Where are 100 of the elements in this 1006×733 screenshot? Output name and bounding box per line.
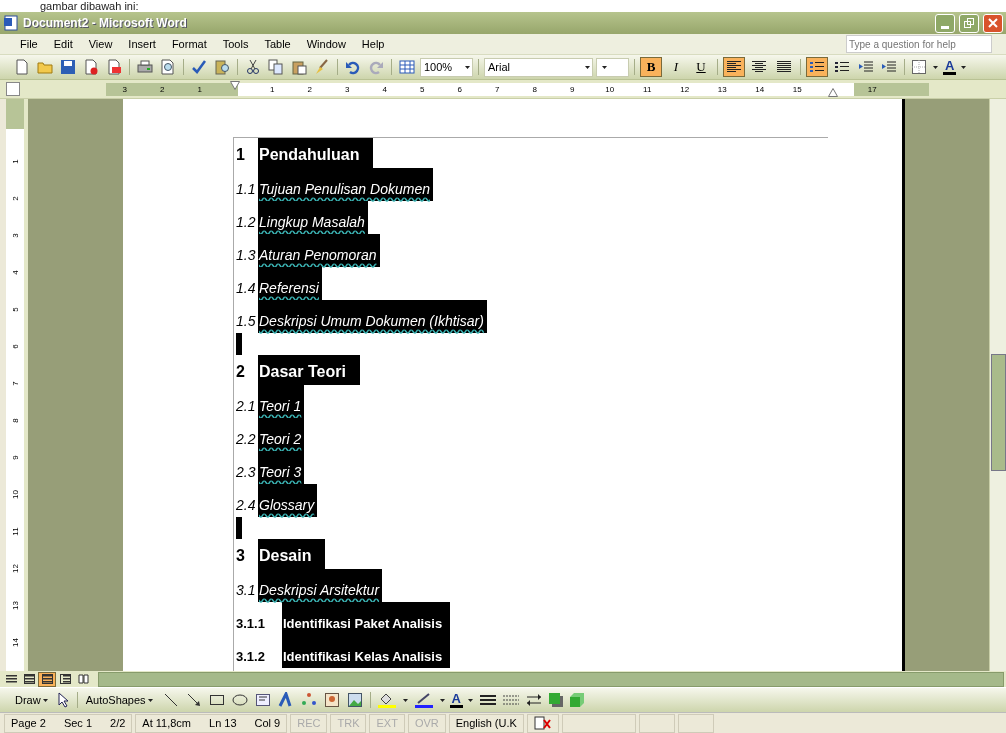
normal-view-icon: [5, 674, 17, 684]
ruler-label: 6: [10, 344, 20, 349]
status-text: Col 9: [254, 717, 281, 729]
wordart-icon[interactable]: [277, 692, 294, 708]
bulleted-list-icon: [835, 61, 849, 73]
minimize-icon: [941, 25, 949, 29]
heading-text: Aturan Penomoran: [258, 234, 380, 267]
caret-icon[interactable]: [602, 65, 607, 69]
ruler-label: 1: [10, 159, 20, 164]
close-button[interactable]: [983, 13, 1003, 33]
menu-item[interactable]: Window: [298, 38, 354, 50]
heading-text: Teori 2: [258, 418, 305, 451]
print-layout-view-button[interactable]: [38, 671, 56, 687]
ruler-label: 3: [345, 84, 350, 94]
vertical-scrollbar[interactable]: [989, 99, 1006, 671]
menu-item[interactable]: Table: [256, 38, 299, 50]
menu-item[interactable]: Insert: [120, 38, 164, 50]
pointer-icon[interactable]: [57, 692, 70, 708]
ruler-label: 7: [495, 84, 500, 94]
spelling-status-icon[interactable]: [533, 716, 552, 730]
ruler-label: 5: [10, 307, 20, 312]
heading-text: Tujuan Penulisan Dokumen: [258, 168, 433, 201]
caret-icon[interactable]: [933, 65, 938, 69]
caret-icon[interactable]: [961, 65, 967, 69]
copy-icon[interactable]: [268, 59, 284, 75]
ruler-label: 1: [197, 84, 202, 94]
arrow-style-icon[interactable]: [526, 693, 542, 707]
font-dropdown[interactable]: Arial: [484, 57, 593, 77]
heading-text: Identifikasi Paket Analisis: [282, 602, 451, 635]
heading-number: 2.3: [236, 464, 257, 482]
caret-icon[interactable]: [465, 65, 470, 69]
align-left-button[interactable]: [723, 57, 745, 77]
caret-icon[interactable]: [468, 698, 473, 702]
cube-icon[interactable]: [570, 693, 584, 707]
caret-icon[interactable]: [42, 698, 48, 702]
heading-number: 3.1: [236, 582, 257, 600]
autoshapes-menu-button[interactable]: AutoShapes: [82, 694, 158, 706]
heading-number: 2.1: [236, 398, 257, 416]
heading-text: Glossary: [258, 484, 318, 517]
brush-icon[interactable]: [314, 59, 330, 75]
caret-icon[interactable]: [585, 65, 590, 69]
oval-icon[interactable]: [231, 692, 248, 708]
menu-item[interactable]: Tools: [214, 38, 257, 50]
format-toggle[interactable]: U: [690, 57, 712, 77]
ruler-label: 14: [755, 84, 765, 94]
menu-item[interactable]: File: [12, 38, 46, 50]
status-text: 2/2: [110, 717, 126, 729]
save-icon[interactable]: [60, 59, 76, 75]
paste-icon[interactable]: [291, 59, 307, 75]
menu-item[interactable]: Format: [163, 38, 215, 50]
new-document-icon[interactable]: [14, 59, 30, 75]
dash-style-icon[interactable]: [503, 693, 519, 707]
line-icon[interactable]: [162, 692, 179, 708]
draw-menu-button[interactable]: Draw: [12, 694, 53, 706]
heading-text: Identifikasi Kelas Analisis: [282, 635, 451, 668]
cut-icon[interactable]: [245, 59, 261, 75]
minimize-button[interactable]: [935, 13, 955, 33]
numbered-list-button[interactable]: [806, 57, 828, 77]
menu-item[interactable]: View: [80, 38, 121, 50]
folder-icon[interactable]: [37, 59, 53, 75]
indent-marker[interactable]: [828, 88, 838, 97]
restore-button[interactable]: [959, 13, 979, 33]
rectangle-icon[interactable]: [208, 692, 225, 708]
diagram-icon[interactable]: [300, 692, 317, 708]
border-icon[interactable]: [912, 60, 926, 74]
line-style-icon[interactable]: [480, 693, 496, 707]
fill-color-icon[interactable]: [377, 692, 396, 708]
increase-indent-icon[interactable]: [881, 60, 897, 74]
menu-item[interactable]: Help: [353, 38, 393, 50]
heading-text: Desain: [258, 539, 326, 569]
undo-icon[interactable]: [345, 59, 361, 75]
ruler-label: 12: [10, 564, 20, 573]
font-color-button[interactable]: A: [943, 59, 957, 75]
ruler-label: 14: [10, 638, 20, 647]
font-color-button[interactable]: A: [449, 692, 463, 708]
ruler-label: 13: [717, 84, 727, 94]
help-search-field[interactable]: Type a question for help: [846, 35, 992, 53]
menu-item[interactable]: Edit: [45, 38, 81, 50]
arrow-icon[interactable]: [185, 692, 202, 708]
caret-icon[interactable]: [439, 698, 445, 702]
text-box-icon[interactable]: [254, 692, 271, 708]
print-preview-icon[interactable]: [160, 59, 176, 75]
close-icon: [988, 18, 998, 28]
shadow-icon[interactable]: [549, 693, 563, 707]
format-toggle[interactable]: I: [665, 57, 687, 77]
checkmark-icon[interactable]: [191, 59, 207, 75]
caret-icon[interactable]: [402, 698, 408, 702]
decrease-indent-icon[interactable]: [858, 60, 874, 74]
format-toggle[interactable]: B: [640, 57, 662, 77]
horizontal-scrollbar[interactable]: [98, 671, 1004, 687]
line-color-icon[interactable]: [414, 692, 433, 708]
caret-icon[interactable]: [147, 698, 153, 702]
tab-selector[interactable]: [6, 82, 20, 96]
page-stop-icon[interactable]: [83, 59, 99, 75]
table-icon[interactable]: [399, 59, 415, 75]
clipart-icon[interactable]: [323, 692, 340, 708]
zoom-dropdown[interactable]: 100%: [420, 57, 473, 77]
heading-number: 1.5: [236, 313, 257, 331]
print-icon[interactable]: [137, 59, 153, 75]
picture-icon[interactable]: [346, 692, 363, 708]
